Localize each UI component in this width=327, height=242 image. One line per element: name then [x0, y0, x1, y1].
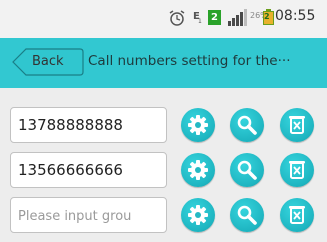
settings-button[interactable] — [181, 153, 215, 187]
settings-gear-icon — [188, 205, 208, 225]
sim-card-icon: E 1 — [193, 9, 205, 27]
settings-button[interactable] — [181, 108, 215, 142]
message-count-badge: 2 — [208, 10, 221, 25]
status-bar: E 1 2 26% 2 08:55 — [0, 0, 327, 38]
delete-trash-icon — [289, 161, 305, 179]
search-button[interactable] — [230, 198, 264, 232]
group-number-input[interactable] — [10, 197, 167, 233]
search-button[interactable] — [230, 108, 264, 142]
number-row — [0, 103, 327, 147]
search-icon — [237, 115, 257, 135]
delete-trash-icon — [289, 116, 305, 134]
settings-button[interactable] — [181, 198, 215, 232]
battery-digit: 2 — [264, 12, 270, 21]
delete-button[interactable] — [280, 198, 314, 232]
search-button[interactable] — [230, 153, 264, 187]
search-icon — [237, 205, 257, 225]
settings-gear-icon — [188, 160, 208, 180]
header-bar: Back Call numbers setting for the··· — [0, 38, 327, 88]
phone-number-input[interactable] — [10, 107, 167, 143]
alarm-icon — [169, 10, 185, 26]
page-title: Call numbers setting for the··· — [88, 53, 291, 69]
number-row — [0, 148, 327, 192]
delete-button[interactable] — [280, 153, 314, 187]
battery-icon: 2 — [262, 9, 276, 27]
back-button-label: Back — [32, 54, 64, 69]
delete-trash-icon — [289, 206, 305, 224]
back-button[interactable]: Back — [12, 48, 84, 76]
delete-button[interactable] — [280, 108, 314, 142]
number-row — [0, 193, 327, 237]
search-icon — [237, 160, 257, 180]
phone-number-input[interactable] — [10, 152, 167, 188]
signal-strength-icon — [228, 9, 247, 26]
status-clock: 08:55 — [275, 8, 316, 24]
settings-gear-icon — [188, 115, 208, 135]
sim-sub-label: 1 — [198, 18, 202, 25]
